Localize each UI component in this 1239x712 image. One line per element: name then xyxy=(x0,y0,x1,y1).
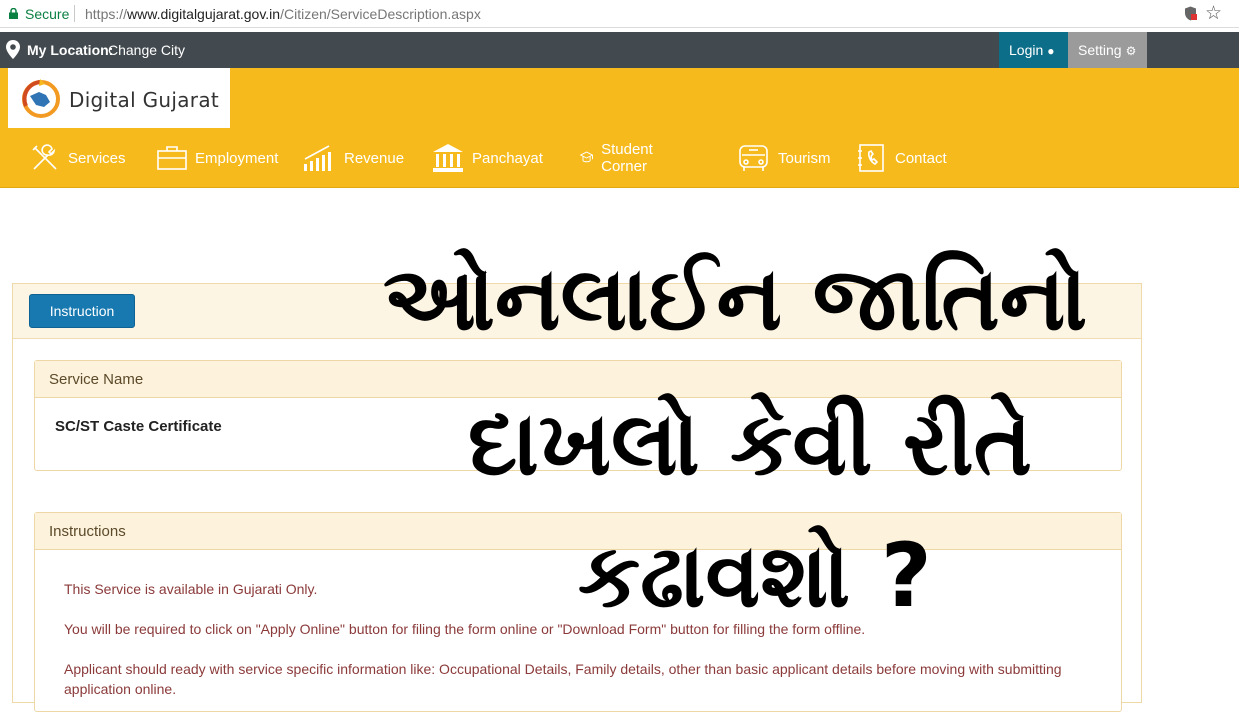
login-button[interactable]: Login ● xyxy=(999,32,1068,68)
site-header: Digital Gujarat Services Employment Reve… xyxy=(0,68,1239,188)
bar-chart-icon xyxy=(304,145,331,171)
url-scheme: https:// xyxy=(85,6,128,22)
nav-item-student-corner[interactable]: Student Corner xyxy=(580,140,662,176)
bookmark-star-icon[interactable]: ☆ xyxy=(1205,2,1222,25)
login-label: Login xyxy=(1009,42,1044,58)
lock-icon xyxy=(9,8,18,19)
phone-book-icon xyxy=(858,144,884,172)
site-shield-icon[interactable] xyxy=(1184,6,1197,21)
location-pin-icon xyxy=(6,40,20,59)
change-city-link[interactable]: Change City xyxy=(108,42,185,58)
nav-item-services[interactable]: Services xyxy=(30,140,126,176)
address-divider xyxy=(74,5,75,22)
nav-label: Contact xyxy=(895,149,947,167)
nav-item-employment[interactable]: Employment xyxy=(157,140,278,176)
setting-button[interactable]: Setting ⚙ xyxy=(1068,32,1147,68)
nav-item-revenue[interactable]: Revenue xyxy=(303,140,404,176)
nav-item-tourism[interactable]: Tourism xyxy=(737,140,831,176)
browser-address-bar: Secure https://www.digitalgujarat.gov.in… xyxy=(0,0,1239,28)
briefcase-icon xyxy=(157,146,187,170)
user-icon: ● xyxy=(1047,44,1055,58)
secure-label: Secure xyxy=(25,6,70,22)
building-icon xyxy=(433,144,463,172)
gear-icon: ⚙ xyxy=(1125,44,1137,58)
graduation-icon xyxy=(580,151,594,163)
url-host: www.digitalgujarat.gov.in xyxy=(127,6,281,22)
overlay-title-line-2: દાખલો કેવી રીતે xyxy=(468,392,1033,495)
nav-label: Employment xyxy=(195,149,279,167)
nav-label: Services xyxy=(68,149,126,167)
site-logo[interactable]: Digital Gujarat xyxy=(8,68,230,128)
digital-gujarat-emblem-icon xyxy=(22,79,60,118)
tools-icon xyxy=(32,144,57,170)
my-location-label: My Location: xyxy=(27,42,114,58)
location-bar: My Location: Change City Login ● Setting ⚙ xyxy=(0,32,1239,68)
url-path: /Citizen/ServiceDescription.aspx xyxy=(280,6,481,22)
nav-label: Panchayat xyxy=(472,149,543,167)
nav-label: Student Corner xyxy=(601,141,653,175)
overlay-title-line-3: કઢાવશો ? xyxy=(578,524,932,627)
overlay-title-line-1: ઓનલાઈન જાતિનો xyxy=(383,247,1088,350)
url-field[interactable]: https://www.digitalgujarat.gov.in/Citize… xyxy=(85,6,481,22)
nav-label: Revenue xyxy=(344,149,405,167)
logo-text: Digital Gujarat xyxy=(69,88,220,112)
setting-label: Setting xyxy=(1078,42,1122,58)
nav-item-panchayat[interactable]: Panchayat xyxy=(432,140,543,176)
instruction-button[interactable]: Instruction xyxy=(29,294,135,328)
nav-item-contact[interactable]: Contact xyxy=(857,140,947,176)
bus-icon xyxy=(739,145,768,171)
instruction-item: Applicant should ready with service spec… xyxy=(64,661,1062,697)
nav-label: Tourism xyxy=(778,149,831,167)
